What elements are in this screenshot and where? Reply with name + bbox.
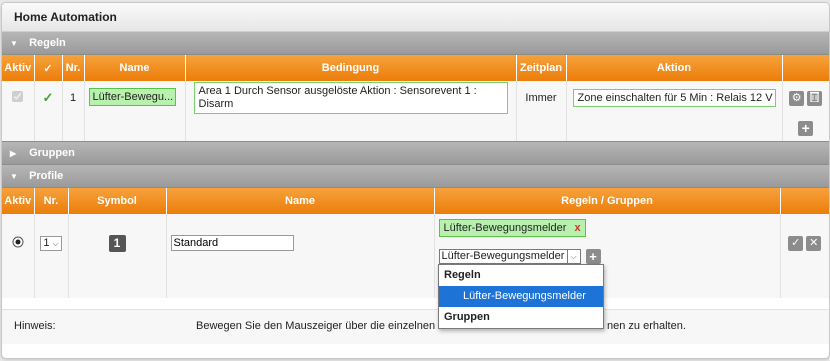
col-check: ✓ <box>34 55 63 81</box>
section-regeln-header[interactable]: ▼ Regeln <box>2 32 829 55</box>
plus-icon[interactable]: + <box>585 249 601 264</box>
profile-table: Aktiv Nr. Symbol Name Regeln / Gruppen 1… <box>2 188 829 298</box>
col-actions <box>780 188 829 214</box>
rule-group-select-value: Lüfter-Bewegungsmelder <box>441 250 565 262</box>
section-profile-label: Profile <box>29 170 64 182</box>
hint-text-end: nen zu erhalten. <box>607 320 686 332</box>
close-icon[interactable]: ✕ <box>806 235 822 251</box>
aktiv-checkbox[interactable] <box>12 91 24 102</box>
table-add-row: + <box>2 115 829 141</box>
table-row: 1 ⌵ 1 Lüfter-Bewegungsmelder x <box>2 214 829 272</box>
home-automation-panel: Home Automation ▼ Regeln Aktiv ✓ Nr. Nam… <box>1 2 830 359</box>
rule-group-select[interactable]: Lüfter-Bewegungsmelder ⌵ <box>438 249 581 264</box>
col-regeln-gruppen: Regeln / Gruppen <box>434 188 781 214</box>
plus-icon[interactable]: + <box>798 120 814 136</box>
symbol-badge[interactable]: 1 <box>108 234 126 252</box>
col-aktion: Aktion <box>566 55 783 81</box>
col-name: Name <box>166 188 435 214</box>
dropdown-group-regeln: Regeln <box>444 269 481 281</box>
col-name: Name <box>84 55 186 81</box>
dropdown-group-gruppen: Gruppen <box>444 311 490 323</box>
section-regeln-label: Regeln <box>29 37 66 49</box>
section-profile-header[interactable]: ▼ Profile <box>2 165 829 188</box>
col-actions <box>782 55 829 81</box>
rule-tag[interactable]: Lüfter-Bewegungsmelder x <box>438 219 586 237</box>
table-add-row <box>2 272 829 298</box>
col-zeitplan: Zeitplan <box>516 55 567 81</box>
col-aktiv: Aktiv <box>2 188 35 214</box>
gear-icon[interactable]: ⚙ <box>789 90 805 106</box>
rule-condition[interactable]: Area 1 Durch Sensor ausgelöste Aktion : … <box>193 82 508 114</box>
rule-name-tag[interactable]: Lüfter-Bewegu... <box>88 87 176 106</box>
dropdown-option[interactable]: Lüfter-Bewegungsmelder <box>439 286 603 307</box>
col-nr: Nr. <box>34 188 69 214</box>
remove-tag-icon[interactable]: x <box>574 222 580 234</box>
hint-text-start: Bewegen Sie den Mauszeiger über die einz… <box>196 320 448 332</box>
collapse-triangle-icon: ▼ <box>10 39 18 48</box>
col-symbol: Symbol <box>68 188 167 214</box>
section-gruppen-header[interactable]: ▶ Gruppen <box>2 141 829 165</box>
section-gruppen-label: Gruppen <box>29 147 75 159</box>
col-nr: Nr. <box>62 55 85 81</box>
profile-name-input[interactable] <box>170 235 294 251</box>
aktiv-radio[interactable] <box>12 236 24 248</box>
rule-action[interactable]: Zone einschalten für 5 Min : Relais 12 V <box>572 89 776 107</box>
rule-tag-label: Lüfter-Bewegungsmelder <box>443 222 567 234</box>
rule-schedule: Immer <box>516 81 567 115</box>
page-title: Home Automation <box>2 3 829 32</box>
check-icon: ✓ <box>42 90 54 105</box>
chevron-down-icon: ⌵ <box>566 250 580 263</box>
rule-group-dropdown[interactable]: Regeln Lüfter-Bewegungsmelder Gruppen <box>438 264 604 329</box>
regeln-table: Aktiv ✓ Nr. Name Bedingung Zeitplan Akti… <box>2 55 829 141</box>
hint-label: Hinweis: <box>14 320 56 332</box>
rule-nr: 1 <box>62 81 85 115</box>
col-aktiv: Aktiv <box>2 55 35 81</box>
collapse-triangle-icon: ▼ <box>10 172 18 181</box>
trash-icon[interactable] <box>807 90 823 106</box>
expand-triangle-icon: ▶ <box>10 149 17 158</box>
hint-bar: Hinweis: Bewegen Sie den Mauszeiger über… <box>2 309 829 344</box>
col-bedingung: Bedingung <box>185 55 517 81</box>
profile-nr-select[interactable]: 1 ⌵ <box>40 235 62 251</box>
chevron-down-icon: ⌵ <box>52 238 59 248</box>
profile-nr-value: 1 <box>43 236 50 249</box>
check-icon[interactable]: ✓ <box>788 235 804 251</box>
table-row: ✓ 1 Lüfter-Bewegu... Area 1 Durch Sensor… <box>2 81 829 115</box>
